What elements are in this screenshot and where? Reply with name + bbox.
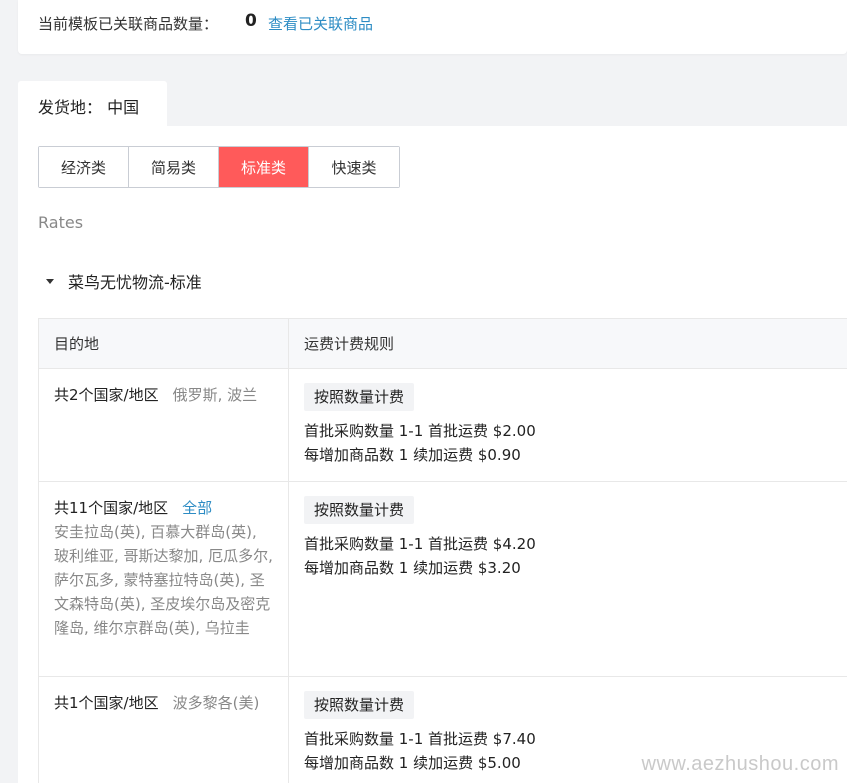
caret-down-icon [46, 278, 54, 284]
view-linked-products-link[interactable]: 查看已关联商品 [268, 13, 373, 34]
table-row: 共11个国家/地区 全部 安圭拉岛(英), 百慕大群岛(英), 玻利维亚, 哥斯达… [39, 482, 847, 677]
country-list: 波多黎各(美) [172, 694, 260, 712]
destination-cell: 共11个国家/地区 全部 安圭拉岛(英), 百慕大群岛(英), 玻利维亚, 哥斯达… [54, 482, 273, 640]
watermark: www.aezhushou.com [641, 753, 839, 775]
linked-products-card: 当前模板已关联商品数量： 0 查看已关联商品 [18, 0, 847, 54]
billing-method-tag: 按照数量计费 [304, 691, 415, 719]
shipping-category-selector: 经济类 简易类 标准类 快速类 [38, 146, 400, 188]
origin-tab[interactable]: 发货地： 中国 [18, 81, 167, 127]
country-list: 俄罗斯, 波兰 [172, 386, 258, 404]
first-batch-rule: 首批采购数量 1-1 首批运费 $7.40 [304, 730, 536, 748]
category-economy-button[interactable]: 经济类 [39, 147, 129, 187]
origin-label: 发货地： 中国 [38, 98, 140, 117]
table-row: 共2个国家/地区 俄罗斯, 波兰 按照数量计费 首批采购数量 1-1 首批运费 $… [39, 369, 847, 482]
show-all-link[interactable]: 全部 [182, 499, 212, 517]
rates-heading: Rates [38, 213, 84, 232]
country-list: 安圭拉岛(英), 百慕大群岛(英), 玻利维亚, 哥斯达黎加, 厄瓜多尔, 萨尔… [54, 523, 273, 637]
country-count: 共2个国家/地区 [54, 386, 159, 404]
rates-panel: 经济类 简易类 标准类 快速类 Rates 菜鸟无忧物流-标准 目的地 运费计费… [18, 126, 847, 783]
destination-cell: 共2个国家/地区 俄罗斯, 波兰 [54, 369, 273, 407]
header-rule: 运费计费规则 [304, 335, 395, 353]
rates-table: 目的地 运费计费规则 共2个国家/地区 俄罗斯, 波兰 按照数量计费 首批采购数量… [38, 318, 847, 783]
category-express-button[interactable]: 快速类 [309, 147, 399, 187]
linked-products-count: 0 [245, 11, 257, 31]
additional-rule: 每增加商品数 1 续加运费 $3.20 [304, 559, 521, 577]
category-simple-button[interactable]: 简易类 [129, 147, 219, 187]
header-destination: 目的地 [39, 319, 289, 368]
destination-cell: 共1个国家/地区 波多黎各(美) [54, 677, 273, 715]
additional-rule: 每增加商品数 1 续加运费 $0.90 [304, 446, 521, 464]
billing-method-tag: 按照数量计费 [304, 383, 415, 411]
linked-products-label: 当前模板已关联商品数量： [38, 15, 219, 33]
country-count: 共1个国家/地区 [54, 694, 159, 712]
table-header: 目的地 运费计费规则 [39, 319, 847, 369]
category-standard-button[interactable]: 标准类 [219, 147, 309, 187]
country-count: 共11个国家/地区 [54, 499, 169, 517]
carrier-toggle[interactable]: 菜鸟无忧物流-标准 [46, 269, 202, 293]
first-batch-rule: 首批采购数量 1-1 首批运费 $4.20 [304, 535, 536, 553]
carrier-name: 菜鸟无忧物流-标准 [68, 273, 202, 292]
first-batch-rule: 首批采购数量 1-1 首批运费 $2.00 [304, 422, 536, 440]
billing-method-tag: 按照数量计费 [304, 496, 415, 524]
